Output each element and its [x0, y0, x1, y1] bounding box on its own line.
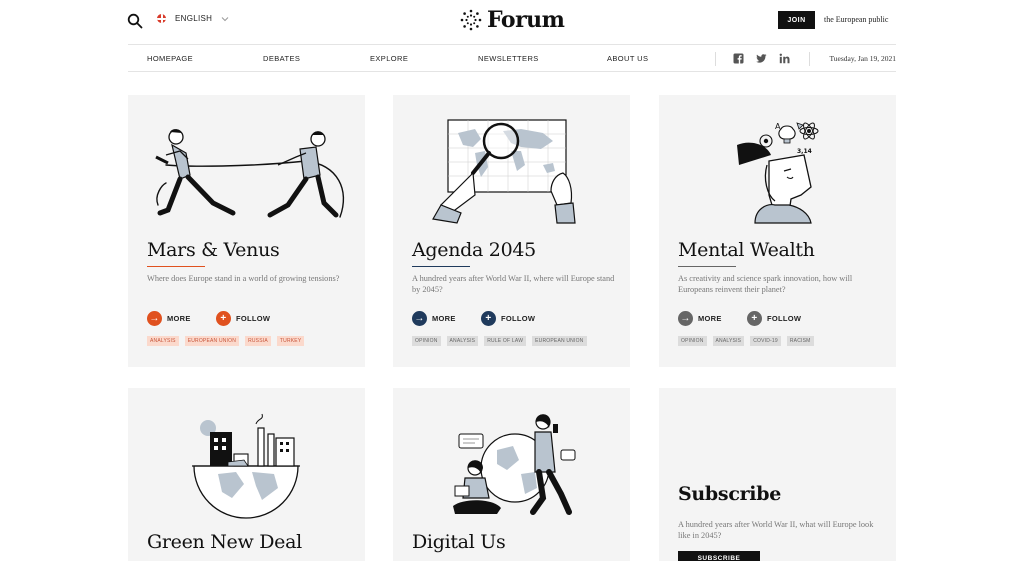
svg-text:3,14: 3,14 — [797, 148, 812, 155]
card-description: As creativity and science spark innovati… — [678, 274, 853, 294]
language-selector[interactable]: ENGLISH — [157, 14, 229, 23]
arrow-right-icon: → — [412, 311, 427, 326]
tag-list: ANALYSIS EUROPEAN UNION RUSSIA TURKEY — [147, 336, 305, 346]
topic-card-agenda-2045[interactable]: Agenda 2045 A hundred years after World … — [393, 95, 630, 367]
tag[interactable]: ANALYSIS — [147, 336, 179, 346]
tag-list: OPINION ANALYSIS COVID-19 RACISM — [678, 336, 814, 346]
topic-card-green-new-deal[interactable]: Green New Deal — [128, 388, 365, 561]
card-title[interactable]: Agenda 2045 — [412, 239, 536, 261]
tag-list: OPINION ANALYSIS RULE OF LAW EUROPEAN UN… — [412, 336, 587, 346]
topic-card-mental-wealth[interactable]: A 3,14 Mental Wealth As creativity and s… — [659, 95, 896, 367]
digital-people-illustration — [453, 414, 576, 515]
subscribe-title: Subscribe — [678, 483, 781, 505]
logo-text: Forum — [487, 7, 565, 33]
card-title[interactable]: Green New Deal — [147, 531, 302, 553]
more-button[interactable]: → MORE — [678, 311, 722, 326]
arrow-right-icon: → — [678, 311, 693, 326]
tag[interactable]: RULE OF LAW — [484, 336, 527, 346]
tag[interactable]: EUROPEAN UNION — [184, 336, 240, 346]
follow-label: FOLLOW — [767, 314, 802, 323]
title-underline — [412, 266, 470, 267]
plus-icon: + — [481, 311, 496, 326]
nav-debates[interactable]: DEBATES — [263, 54, 300, 63]
chevron-down-icon — [221, 16, 229, 21]
tag[interactable]: TURKEY — [276, 336, 305, 346]
nav-explore[interactable]: EXPLORE — [370, 54, 408, 63]
plus-icon: + — [747, 311, 762, 326]
tag[interactable]: OPINION — [412, 336, 441, 346]
earth-factory-illustration — [192, 413, 300, 519]
tag[interactable]: ANALYSIS — [446, 336, 479, 346]
follow-button[interactable]: + FOLLOW — [747, 311, 801, 326]
site-header: ENGLISH Forum JOIN the European public — [0, 0, 1024, 44]
facebook-icon[interactable] — [733, 53, 744, 64]
join-button[interactable]: JOIN — [778, 11, 815, 29]
uk-flag-icon — [157, 14, 166, 23]
title-underline — [147, 266, 205, 267]
follow-label: FOLLOW — [236, 314, 271, 323]
tag[interactable]: COVID-19 — [750, 336, 781, 346]
nav-divider — [715, 52, 716, 66]
more-label: MORE — [698, 314, 722, 323]
topic-card-digital-us[interactable]: Digital Us — [393, 388, 630, 561]
main-nav: HOMEPAGE DEBATES EXPLORE NEWSLETTERS ABO… — [128, 44, 896, 72]
tag[interactable]: ANALYSIS — [712, 336, 745, 346]
nav-divider — [809, 52, 810, 66]
tag[interactable]: RUSSIA — [245, 336, 271, 346]
subscribe-button[interactable]: SUBSCRIBE — [678, 551, 760, 561]
plus-icon: + — [216, 311, 231, 326]
follow-button[interactable]: + FOLLOW — [481, 311, 535, 326]
card-title[interactable]: Digital Us — [412, 531, 506, 553]
more-button[interactable]: → MORE — [412, 311, 456, 326]
more-label: MORE — [167, 314, 191, 323]
tag[interactable]: EUROPEAN UNION — [532, 336, 587, 346]
card-description: A hundred years after World War II, wher… — [412, 274, 615, 294]
search-icon[interactable] — [127, 13, 143, 29]
more-label: MORE — [432, 314, 456, 323]
subscribe-description: A hundred years after World War II, what… — [678, 520, 874, 540]
follow-button[interactable]: + FOLLOW — [216, 311, 270, 326]
language-label: ENGLISH — [175, 14, 213, 23]
twitter-icon[interactable] — [756, 53, 767, 64]
arrow-right-icon: → — [147, 311, 162, 326]
nav-about-us[interactable]: ABOUT US — [607, 54, 648, 63]
nav-homepage[interactable]: HOMEPAGE — [147, 54, 193, 63]
open-head-ideas-illustration: A 3,14 — [737, 122, 819, 224]
topic-card-mars-venus[interactable]: Mars & Venus Where does Europe stand in … — [128, 95, 365, 367]
current-date: Tuesday, Jan 19, 2021 — [829, 54, 896, 63]
linkedin-icon[interactable] — [779, 53, 790, 64]
svg-text:A: A — [775, 122, 781, 131]
site-logo[interactable]: Forum — [460, 7, 565, 33]
tag[interactable]: OPINION — [678, 336, 707, 346]
tug-of-war-illustration — [155, 129, 345, 218]
tagline: the European public — [824, 15, 889, 24]
tag[interactable]: RACISM — [786, 336, 814, 346]
card-title[interactable]: Mars & Venus — [147, 239, 280, 261]
more-button[interactable]: → MORE — [147, 311, 191, 326]
follow-label: FOLLOW — [501, 314, 536, 323]
title-underline — [678, 266, 736, 267]
subscribe-card: Subscribe A hundred years after World Wa… — [659, 388, 896, 561]
nav-newsletters[interactable]: NEWSLETTERS — [478, 54, 539, 63]
map-magnifier-illustration — [432, 119, 576, 224]
card-title[interactable]: Mental Wealth — [678, 239, 815, 261]
card-description: Where does Europe stand in a world of gr… — [147, 274, 340, 283]
logo-dots-icon — [460, 9, 482, 31]
